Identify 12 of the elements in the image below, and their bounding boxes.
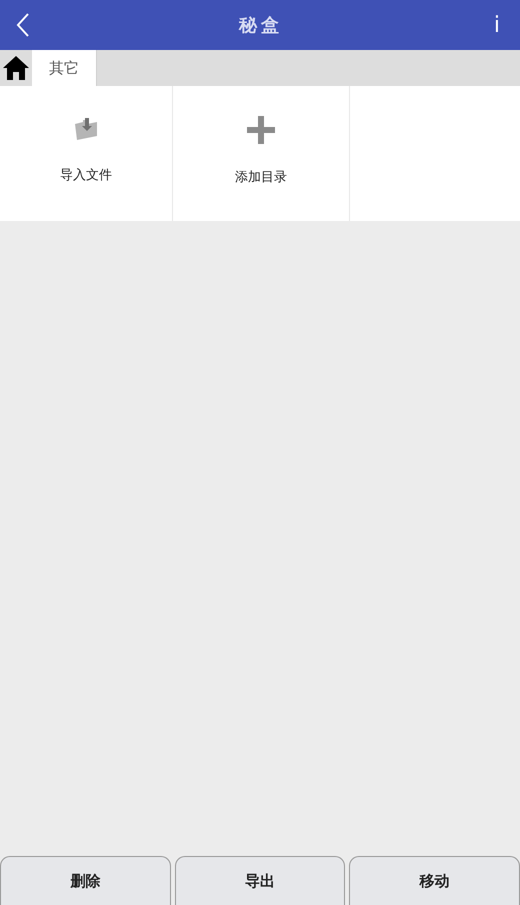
app-title: 秘盒 <box>238 14 283 38</box>
plus-icon <box>247 116 275 144</box>
action-tile[interactable]: 导入文件 <box>0 86 173 221</box>
folder-import-icon <box>73 116 99 142</box>
info-button[interactable]: i <box>490 8 504 42</box>
toolbar-button[interactable]: 删除 <box>0 856 171 905</box>
action-label: 添加目录 <box>235 169 287 187</box>
toolbar-button[interactable]: 导出 <box>174 856 346 905</box>
breadcrumb-item[interactable]: 其它 <box>32 50 97 86</box>
toolbar-button[interactable]: 移动 <box>349 856 520 905</box>
action-tile[interactable]: 添加目录 <box>173 86 350 221</box>
action-label: 导入文件 <box>60 167 112 185</box>
